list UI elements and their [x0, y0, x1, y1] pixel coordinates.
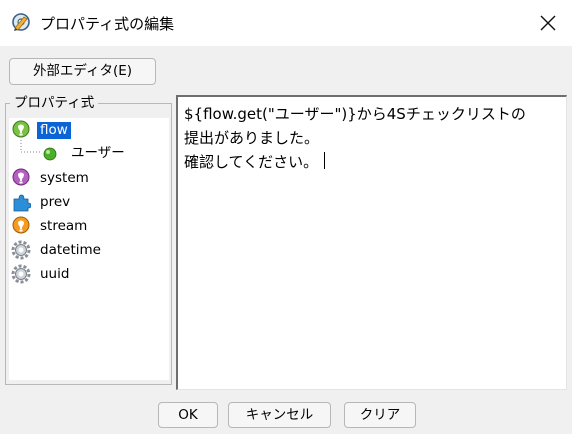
- tree-item-datetime[interactable]: datetime: [11, 239, 104, 261]
- window-title: プロパティ式の編集: [40, 15, 175, 33]
- cancel-button[interactable]: キャンセル: [228, 402, 331, 428]
- expression-line: ${flow.get("ユーザー")}から4Sチェックリストの: [184, 105, 526, 123]
- tree-label-stream: stream: [40, 217, 88, 234]
- expression-editor[interactable]: ${flow.get("ユーザー")}から4Sチェックリストの 提出がありました。…: [176, 95, 567, 390]
- puzzle-blue-icon: [13, 194, 31, 212]
- ok-button[interactable]: OK: [158, 402, 218, 428]
- tree-item-stream[interactable]: stream: [11, 215, 90, 237]
- tree-item-uuid[interactable]: uuid: [11, 263, 72, 285]
- tree-label-system: system: [40, 169, 89, 186]
- expression-line: 提出がありました。: [184, 129, 320, 147]
- gear-icon: [11, 264, 31, 284]
- pencil-gear-icon: [12, 13, 30, 31]
- lightbulb-orange-icon: [12, 216, 30, 234]
- gear-icon: [11, 240, 31, 260]
- expression-line: 確認してください。: [184, 153, 319, 171]
- tree-item-user[interactable]: ユーザー: [42, 142, 128, 164]
- tree-item-flow[interactable]: flow: [11, 119, 71, 141]
- green-ball-icon: [43, 147, 57, 161]
- tree-connector: [20, 140, 41, 153]
- expression-line-with-caret: 確認してください。: [184, 150, 526, 174]
- property-tree[interactable]: flow ユーザー system prev stream datetime uu…: [9, 118, 169, 380]
- lightbulb-green-icon: [12, 120, 30, 138]
- text-caret: [324, 152, 326, 169]
- tree-label-datetime: datetime: [40, 241, 101, 258]
- expression-text[interactable]: ${flow.get("ユーザー")}から4Sチェックリストの 提出がありました。…: [184, 102, 526, 174]
- lightbulb-purple-icon: [12, 168, 30, 186]
- tree-label-user: ユーザー: [71, 144, 125, 161]
- tree-label-uuid: uuid: [40, 265, 70, 282]
- tree-label-flow: flow: [37, 121, 71, 139]
- close-icon[interactable]: [537, 12, 559, 34]
- tree-item-prev[interactable]: prev: [11, 191, 73, 213]
- tree-label-prev: prev: [40, 193, 71, 210]
- clear-button[interactable]: クリア: [344, 402, 416, 428]
- title-bar[interactable]: プロパティ式の編集: [0, 0, 572, 46]
- external-editor-button[interactable]: 外部エディタ(E): [9, 58, 156, 85]
- tree-item-system[interactable]: system: [11, 167, 92, 189]
- property-group-label: プロパティ式: [10, 95, 99, 111]
